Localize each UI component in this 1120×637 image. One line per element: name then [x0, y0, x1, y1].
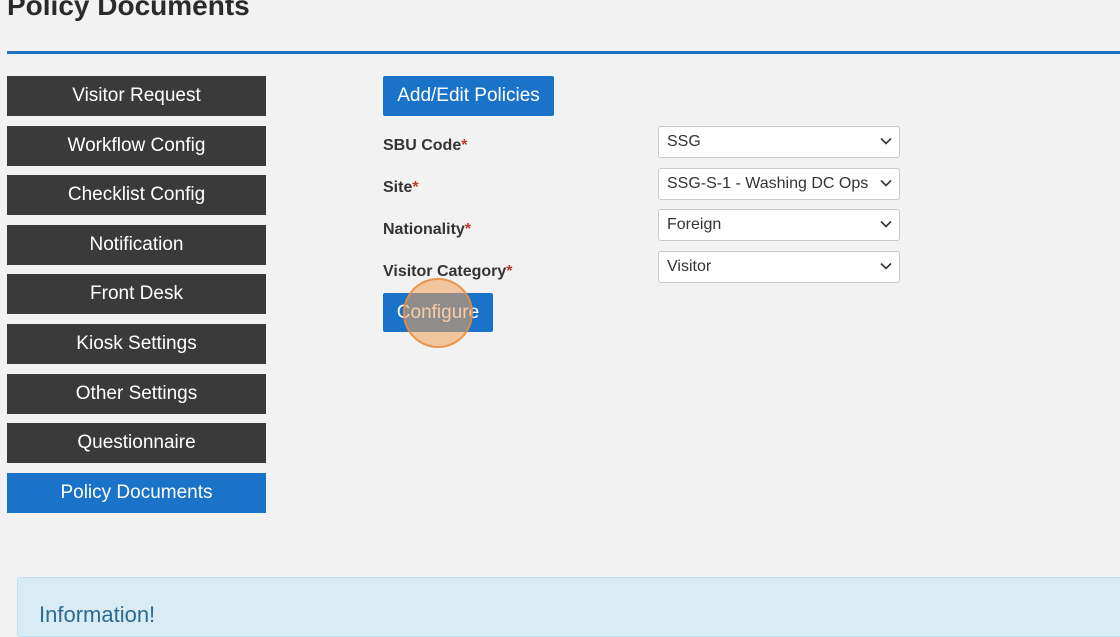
sidebar-item-visitor-request[interactable]: Visitor Request	[7, 76, 266, 116]
site-select[interactable]: SSG-S-1 - Washing DC Ops	[658, 168, 900, 200]
visitor-category-value: Visitor	[667, 258, 712, 275]
chevron-down-icon	[880, 137, 892, 145]
sbu-code-label-text: SBU Code	[383, 137, 462, 154]
required-mark: *	[506, 263, 513, 280]
sbu-code-label: SBU Code*	[383, 137, 467, 155]
required-mark: *	[461, 137, 468, 154]
sidebar-item-kiosk-settings[interactable]: Kiosk Settings	[7, 323, 266, 364]
sbu-code-select[interactable]: SSG	[658, 126, 900, 158]
information-title: Information!	[39, 602, 156, 627]
sidebar-item-other-settings[interactable]: Other Settings	[7, 373, 266, 414]
nationality-label: Nationality*	[383, 221, 471, 239]
nationality-value: Foreign	[667, 216, 722, 233]
title-divider	[7, 51, 1120, 54]
sidebar-item-notification[interactable]: Notification	[7, 224, 266, 265]
sbu-code-value: SSG	[667, 133, 701, 150]
visitor-category-label: Visitor Category*	[383, 263, 513, 281]
visitor-category-label-text: Visitor Category	[383, 263, 507, 280]
sidebar: Visitor Request Workflow Config Checklis…	[7, 76, 266, 522]
chevron-down-icon	[880, 262, 892, 270]
information-alert: Information!	[17, 577, 1120, 637]
sidebar-item-front-desk[interactable]: Front Desk	[7, 274, 266, 315]
sidebar-item-policy-documents[interactable]: Policy Documents	[7, 472, 266, 513]
site-value: SSG-S-1 - Washing DC Ops	[667, 175, 869, 192]
site-label-text: Site	[383, 179, 413, 196]
chevron-down-icon	[880, 220, 892, 228]
sidebar-item-checklist-config[interactable]: Checklist Config	[7, 175, 266, 216]
configure-button[interactable]: Configure	[383, 293, 493, 332]
sidebar-item-questionnaire[interactable]: Questionnaire	[7, 423, 266, 464]
visitor-category-select[interactable]: Visitor	[658, 251, 900, 283]
required-mark: *	[464, 221, 472, 238]
add-edit-policies-button[interactable]: Add/Edit Policies	[383, 76, 554, 116]
sidebar-item-workflow-config[interactable]: Workflow Config	[7, 125, 266, 166]
nationality-select[interactable]: Foreign	[658, 209, 900, 241]
site-label: Site*	[383, 179, 419, 197]
nationality-label-text: Nationality	[383, 221, 465, 238]
required-mark: *	[412, 179, 419, 196]
page-title: Policy Documents	[7, 0, 250, 21]
chevron-down-icon	[880, 179, 892, 187]
